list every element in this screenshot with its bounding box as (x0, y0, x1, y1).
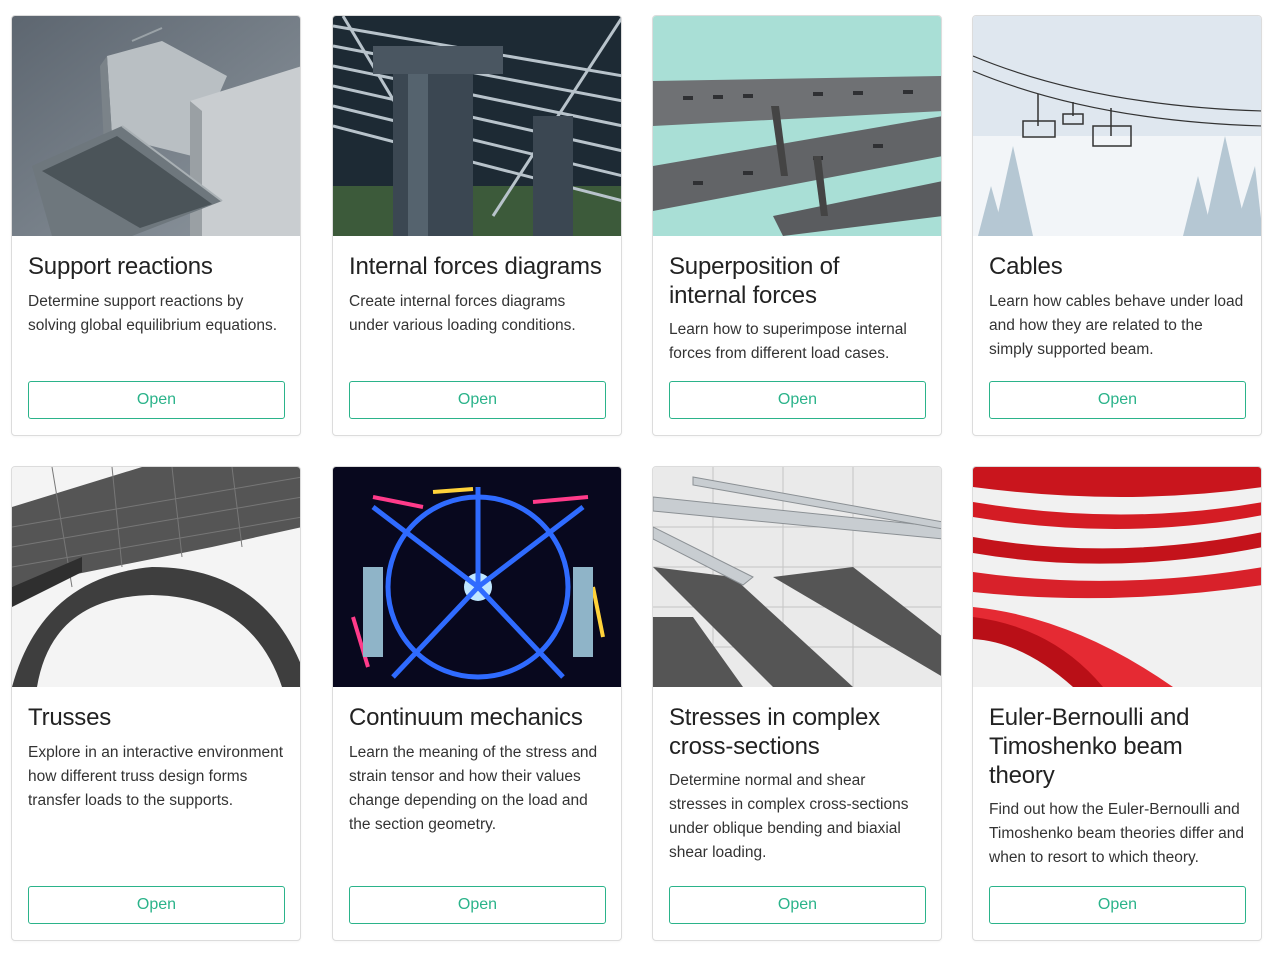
neon-sphere-image (333, 467, 621, 687)
steel-pergola-image (333, 16, 621, 236)
building-overhang-image (12, 16, 300, 236)
ski-lift-image (973, 16, 1261, 236)
course-card-trusses: Trusses Explore in an interactive enviro… (11, 466, 301, 941)
card-description: Learn how cables behave under load and h… (989, 293, 1244, 358)
card-title: Support reactions (28, 253, 213, 280)
open-button[interactable]: Open (989, 381, 1246, 419)
open-button[interactable]: Open (669, 381, 926, 419)
card-title: Superposition of internal forces (669, 253, 840, 309)
card-description: Learn how to superimpose internal forces… (669, 321, 907, 362)
course-card-internal-forces-diagrams: Internal forces diagrams Create internal… (332, 15, 622, 436)
eiffel-tower-image (12, 467, 300, 687)
card-title: Internal forces diagrams (349, 253, 602, 280)
card-description: Find out how the Euler-Bernoulli and Tim… (989, 801, 1245, 866)
course-card-continuum-mechanics: Continuum mechanics Learn the meaning of… (332, 466, 622, 941)
red-stripes-building-image (973, 467, 1261, 687)
open-button[interactable]: Open (669, 886, 926, 924)
course-card-cables: Cables Learn how cables behave under loa… (972, 15, 1262, 436)
card-description: Determine support reactions by solving g… (28, 293, 278, 334)
facade-shadows-image (653, 467, 941, 687)
course-card-superposition: Superposition of internal forces Learn h… (652, 15, 942, 436)
card-title: Cables (989, 253, 1063, 280)
card-title: Continuum mechanics (349, 704, 583, 731)
open-button[interactable]: Open (349, 886, 606, 924)
open-button[interactable]: Open (28, 886, 285, 924)
card-description: Create internal forces diagrams under va… (349, 293, 576, 334)
card-title: Stresses in complex cross-sections (669, 704, 880, 760)
bridges-sky-image (653, 16, 941, 236)
course-card-beam-theory: Euler-Bernoulli and Timoshenko beam theo… (972, 466, 1262, 941)
open-button[interactable]: Open (349, 381, 606, 419)
card-description: Determine normal and shear stresses in c… (669, 772, 909, 861)
course-card-support-reactions: Support reactions Determine support reac… (11, 15, 301, 436)
open-button[interactable]: Open (28, 381, 285, 419)
open-button[interactable]: Open (989, 886, 1246, 924)
card-description: Learn the meaning of the stress and stra… (349, 744, 598, 833)
card-title: Trusses (28, 704, 112, 731)
course-card-stresses-cross-sections: Stresses in complex cross-sections Deter… (652, 466, 942, 941)
card-description: Explore in an interactive environment ho… (28, 744, 284, 809)
card-title: Euler-Bernoulli and Timoshenko beam theo… (989, 704, 1190, 789)
